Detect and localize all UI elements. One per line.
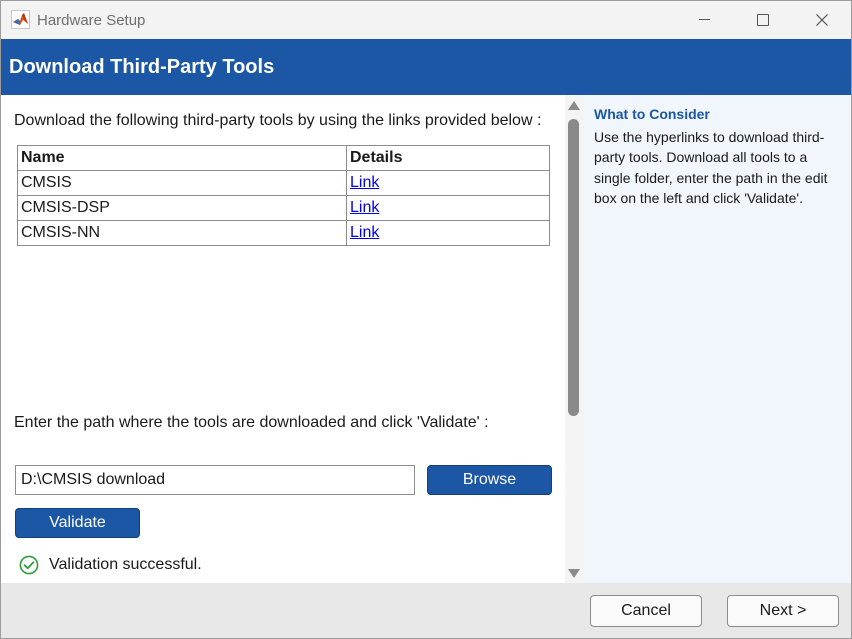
footer-bar: Cancel Next >	[1, 583, 851, 638]
scroll-down-arrow-icon[interactable]	[568, 569, 580, 578]
tools-table: Name Details CMSIS Link CMSIS-DSP Link C…	[17, 145, 550, 246]
tool-name-cell: CMSIS-NN	[17, 220, 347, 246]
table-row: CMSIS-NN Link	[17, 220, 550, 246]
cmsis-link[interactable]: Link	[350, 174, 379, 191]
column-header-name: Name	[17, 145, 347, 171]
close-button[interactable]	[799, 1, 845, 39]
next-button[interactable]: Next >	[727, 595, 839, 627]
matlab-logo-icon	[11, 10, 30, 29]
table-header-row: Name Details	[17, 145, 550, 171]
page-title: Download Third-Party Tools	[9, 56, 275, 78]
tool-name-cell: CMSIS-DSP	[17, 195, 347, 221]
column-header-details: Details	[346, 145, 550, 171]
title-bar: Hardware Setup	[1, 1, 851, 39]
table-row: CMSIS-DSP Link	[17, 195, 550, 221]
help-title: What to Consider	[594, 106, 710, 122]
cancel-button[interactable]: Cancel	[590, 595, 702, 627]
check-circle-icon	[19, 555, 39, 575]
details-cell: Link	[346, 220, 550, 246]
path-label: Enter the path where the tools are downl…	[14, 414, 489, 431]
maximize-button[interactable]	[740, 1, 786, 39]
page-header: Download Third-Party Tools	[1, 39, 851, 95]
help-panel: What to Consider Use the hyperlinks to d…	[583, 95, 851, 583]
main-panel: Download the following third-party tools…	[1, 95, 565, 583]
minimize-button[interactable]	[681, 1, 727, 39]
cmsis-dsp-link[interactable]: Link	[350, 199, 379, 216]
cmsis-nn-link[interactable]: Link	[350, 224, 379, 241]
close-icon	[816, 14, 828, 26]
details-cell: Link	[346, 195, 550, 221]
hardware-setup-window: Hardware Setup Download Third-Party Tool…	[0, 0, 852, 639]
details-cell: Link	[346, 170, 550, 196]
window-title: Hardware Setup	[37, 12, 146, 29]
validate-button[interactable]: Validate	[15, 508, 140, 538]
help-text: Use the hyperlinks to download third-par…	[594, 129, 828, 206]
scroll-thumb[interactable]	[568, 119, 579, 416]
path-input[interactable]	[15, 465, 415, 495]
vertical-scrollbar[interactable]	[565, 95, 583, 583]
browse-button[interactable]: Browse	[427, 465, 552, 495]
instructions-text: Download the following third-party tools…	[14, 112, 542, 129]
status-text: Validation successful.	[49, 556, 202, 573]
table-row: CMSIS Link	[17, 170, 550, 196]
tool-name-cell: CMSIS	[17, 170, 347, 196]
scroll-up-arrow-icon[interactable]	[568, 101, 580, 110]
